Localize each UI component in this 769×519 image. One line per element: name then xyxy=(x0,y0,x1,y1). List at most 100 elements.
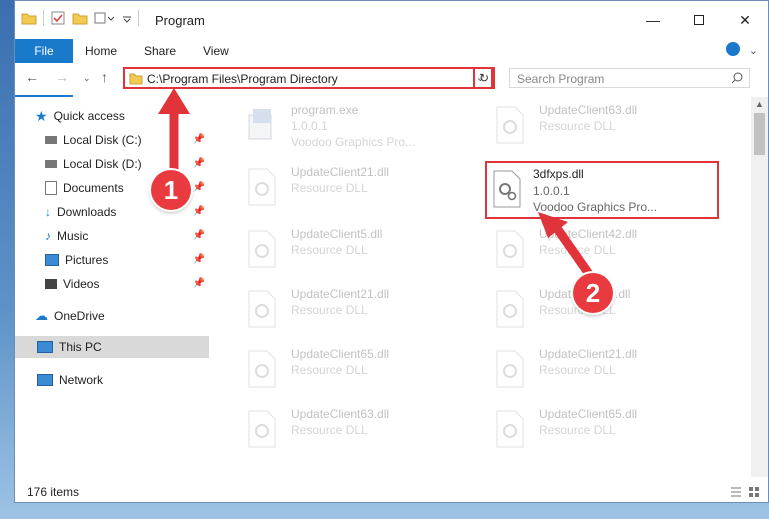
file-type: Resource DLL xyxy=(291,303,368,317)
annotation-badge-2: 2 xyxy=(573,273,613,313)
refresh-icon: ↻ xyxy=(478,71,490,85)
nav-pictures[interactable]: Pictures 📌 xyxy=(45,249,209,271)
file-version: 1.0.0.1 xyxy=(291,119,328,133)
expand-ribbon-icon[interactable]: ⌄ xyxy=(749,44,758,57)
dll-file-icon xyxy=(248,290,276,328)
dll-file-icon xyxy=(248,230,276,268)
dll-file-icon xyxy=(496,350,524,388)
nav-label: OneDrive xyxy=(54,309,105,323)
nav-this-pc[interactable]: This PC xyxy=(15,336,209,358)
drive-icon xyxy=(45,136,57,144)
video-icon xyxy=(45,279,57,289)
network-icon xyxy=(37,374,53,386)
toolbar-separator xyxy=(43,10,44,26)
pin-icon[interactable]: 📌 xyxy=(193,249,205,271)
customize-icon[interactable] xyxy=(94,11,116,25)
file-name: program.exe xyxy=(291,103,359,117)
maximize-button[interactable] xyxy=(676,1,722,39)
file-type: Resource DLL xyxy=(539,423,616,437)
dll-file-icon xyxy=(248,410,276,448)
nav-network[interactable]: Network xyxy=(37,369,209,391)
file-item[interactable]: UpdateClient65.dll Resource DLL xyxy=(489,401,729,459)
help-icon[interactable] xyxy=(726,42,740,56)
folder-icon[interactable] xyxy=(21,11,37,25)
forward-button[interactable]: → xyxy=(55,69,69,85)
large-icons-view-icon[interactable] xyxy=(748,486,760,498)
file-item[interactable]: UpdateClient21.dll Resource DLL xyxy=(489,341,729,399)
star-icon: ★ xyxy=(35,108,48,124)
nav-label: Documents xyxy=(63,181,124,195)
file-type: Resource DLL xyxy=(291,363,368,377)
file-item[interactable]: UpdateClient5.dll Resource DLL xyxy=(241,221,481,279)
file-item[interactable]: UpdateClient63.dll Resource DLL xyxy=(241,401,481,459)
nav-onedrive[interactable]: ☁ OneDrive xyxy=(35,305,209,327)
properties-icon[interactable] xyxy=(50,10,66,26)
nav-label: Network xyxy=(59,373,104,387)
minimize-button[interactable]: — xyxy=(630,1,676,39)
nav-label: Videos xyxy=(63,277,100,291)
window-title: Program xyxy=(155,13,205,28)
file-name: UpdateClient63.dll xyxy=(539,103,638,117)
dll-file-icon xyxy=(496,410,524,448)
file-name: UpdateClient65.dll xyxy=(291,347,390,361)
pin-icon[interactable]: 📌 xyxy=(193,201,205,223)
close-button[interactable]: ✕ xyxy=(722,1,768,39)
document-icon xyxy=(45,181,57,195)
file-name: UpdateClient21.dll xyxy=(539,347,638,361)
search-icon xyxy=(731,72,743,84)
dll-file-icon xyxy=(496,106,524,144)
chevron-down-icon[interactable] xyxy=(122,13,132,23)
file-description: Voodoo Graphics Pro... xyxy=(291,135,416,149)
file-name: 3dfxps.dll xyxy=(533,167,584,181)
pin-icon[interactable]: 📌 xyxy=(193,273,205,295)
pictures-icon xyxy=(45,254,59,266)
search-box[interactable]: Search Program xyxy=(509,68,750,88)
quick-access-toolbar xyxy=(21,10,139,26)
file-name: UpdateClient5.dll xyxy=(291,227,383,241)
scroll-thumb[interactable] xyxy=(754,113,765,155)
nav-music[interactable]: ♪ Music 📌 xyxy=(45,225,209,247)
nav-label: Quick access xyxy=(53,109,125,123)
tab-share[interactable]: Share xyxy=(144,39,176,63)
file-item[interactable]: UpdateClient21.dll Resource DLL xyxy=(241,281,481,339)
nav-label: Local Disk (D:) xyxy=(63,157,142,171)
status-bar: 176 items xyxy=(15,479,768,502)
pin-icon[interactable]: 📌 xyxy=(193,225,205,247)
file-name: UpdateClient21.dll xyxy=(291,165,390,179)
cloud-icon: ☁ xyxy=(35,308,48,323)
dll-file-icon xyxy=(496,290,524,328)
recent-locations-icon[interactable]: ⌄ xyxy=(83,73,91,84)
up-button[interactable]: ↑ xyxy=(101,69,108,85)
nav-label: Local Disk (C:) xyxy=(63,133,142,147)
vertical-scrollbar[interactable]: ▲ xyxy=(751,97,768,477)
title-bar: Program — ✕ xyxy=(15,1,768,39)
scroll-up-icon[interactable]: ▲ xyxy=(755,99,764,109)
details-view-icon[interactable] xyxy=(730,486,742,498)
tab-view[interactable]: View xyxy=(203,39,229,63)
file-name: UpdateClient63.dll xyxy=(291,407,390,421)
file-version: 1.0.0.1 xyxy=(533,184,570,198)
nav-label: This PC xyxy=(59,340,102,354)
explorer-window: Program — ✕ File Home Share View ⌄ ← → ⌄… xyxy=(14,0,769,503)
file-item[interactable]: UpdateClient63.dll Resource DLL xyxy=(489,97,729,155)
dll-file-icon xyxy=(493,170,521,208)
search-input[interactable]: Search Program xyxy=(517,72,604,86)
exe-icon xyxy=(248,109,272,140)
file-item[interactable]: UpdateClient65.dll Resource DLL xyxy=(241,341,481,399)
file-item[interactable]: program.exe 1.0.0.1 Voodoo Graphics Pro.… xyxy=(241,97,481,155)
nav-videos[interactable]: Videos 📌 xyxy=(45,273,209,295)
file-type: Resource DLL xyxy=(291,181,368,195)
file-item[interactable]: UpdateClient21.dll Resource DLL xyxy=(241,159,481,217)
new-folder-icon[interactable] xyxy=(72,11,88,25)
address-row: ← → ⌄ ↑ C:\Program Files\Program Directo… xyxy=(15,63,768,95)
download-icon: ↓ xyxy=(45,205,51,219)
toolbar-separator xyxy=(138,10,139,26)
back-button[interactable]: ← xyxy=(25,69,39,85)
computer-icon xyxy=(37,341,53,353)
file-name: UpdateClient65.dll xyxy=(539,407,638,421)
item-count: 176 items xyxy=(27,485,80,499)
file-type: Resource DLL xyxy=(291,243,368,257)
tab-home[interactable]: Home xyxy=(85,39,117,63)
dll-file-icon xyxy=(248,350,276,388)
refresh-button[interactable]: ↻ xyxy=(473,67,495,89)
